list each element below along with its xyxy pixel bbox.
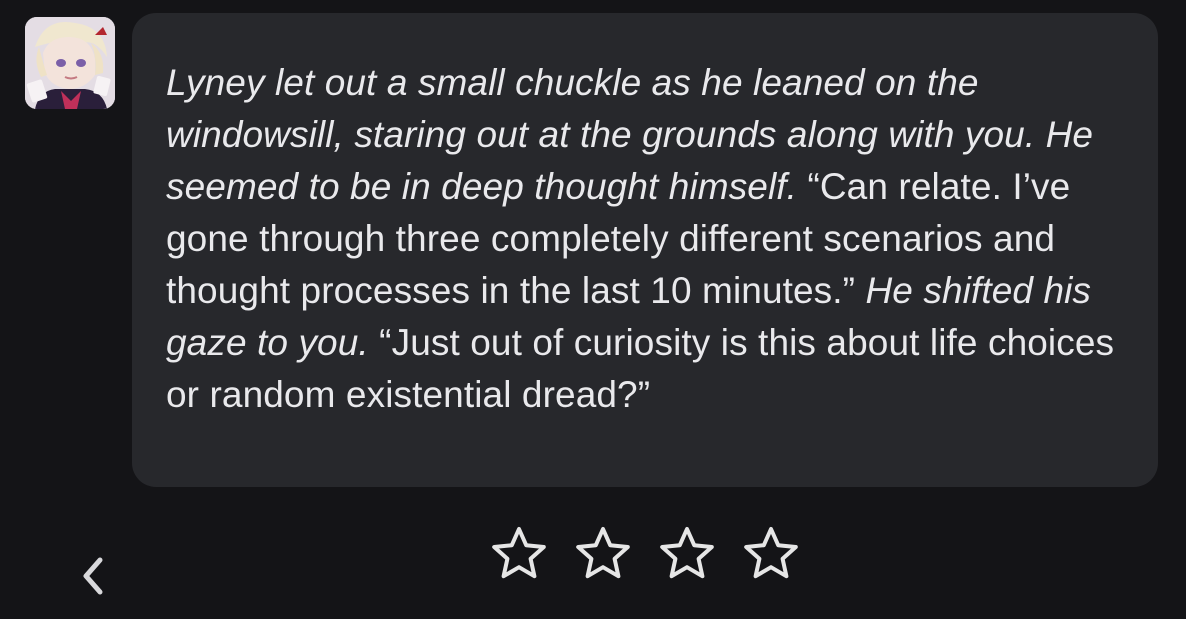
star-outline-icon [492, 527, 546, 579]
message-bubble[interactable]: Lyney let out a small chuckle as he lean… [132, 13, 1158, 487]
chat-screen: Lyney let out a small chuckle as he lean… [0, 0, 1186, 619]
rating-star-1[interactable] [488, 522, 550, 584]
star-outline-icon [660, 527, 714, 579]
star-rating [488, 522, 802, 584]
chevron-left-icon [83, 557, 103, 595]
character-avatar[interactable] [25, 17, 115, 109]
star-outline-icon [576, 527, 630, 579]
rating-star-3[interactable] [656, 522, 718, 584]
rating-star-2[interactable] [572, 522, 634, 584]
back-button[interactable] [70, 548, 116, 604]
star-outline-icon [744, 527, 798, 579]
message-text: Lyney let out a small chuckle as he lean… [166, 57, 1124, 421]
avatar-icon [25, 17, 115, 109]
rating-star-4[interactable] [740, 522, 802, 584]
